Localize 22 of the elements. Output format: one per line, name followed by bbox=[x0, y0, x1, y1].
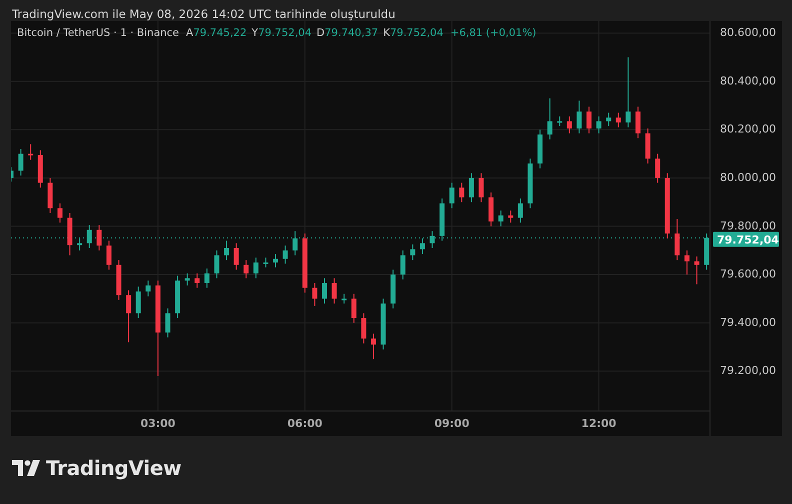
last-price-badge: 79.752,04 bbox=[713, 232, 779, 247]
ohlc-value: Y79.752,04 bbox=[252, 27, 312, 39]
time-label: 03:00 bbox=[140, 417, 176, 430]
price-label: 79.800,00 bbox=[720, 219, 776, 232]
symbol-title: Bitcoin / TetherUS · 1 · Binance bbox=[17, 27, 180, 39]
price-label: 80.200,00 bbox=[720, 122, 776, 136]
price-label: 79.200,00 bbox=[720, 364, 776, 378]
time-label: 06:00 bbox=[287, 417, 322, 430]
time-label: 12:00 bbox=[581, 417, 616, 430]
ohlc-value: D79.740,37 bbox=[316, 27, 378, 39]
price-change: +6,81 (+0,01%) bbox=[450, 27, 536, 39]
price-label: 80.000,00 bbox=[720, 170, 776, 184]
time-label: 09:00 bbox=[434, 417, 470, 430]
caption: TradingView.com ile May 08, 2026 14:02 UTC tarihinde oluşturuldu bbox=[11, 6, 396, 21]
price-label: 80.400,00 bbox=[720, 74, 776, 88]
brand-name: TradingView bbox=[46, 456, 182, 480]
price-label: 79.400,00 bbox=[720, 316, 776, 329]
ohlc-value: A79.745,22 bbox=[186, 27, 247, 39]
ohlc-value: K79.752,04 bbox=[383, 27, 444, 39]
price-label: 80.600,00 bbox=[720, 26, 776, 40]
logo-icon bbox=[12, 460, 40, 476]
price-label: 79.600,00 bbox=[720, 268, 776, 281]
